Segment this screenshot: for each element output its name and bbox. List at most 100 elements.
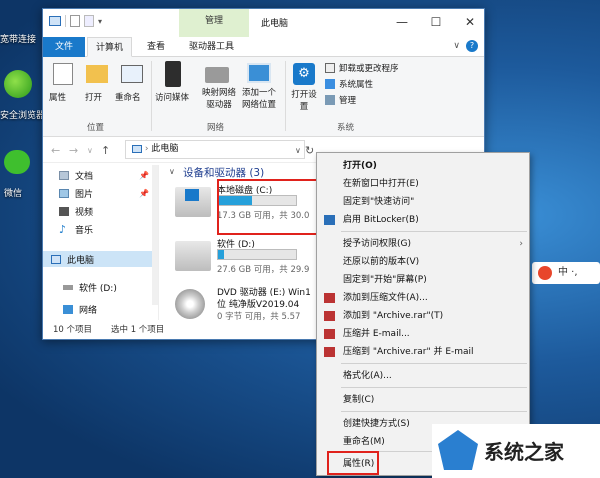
properties-check-icon — [53, 63, 73, 85]
uninstall-programs-button[interactable]: 卸载或更改程序 — [339, 62, 399, 74]
browser-icon[interactable] — [4, 70, 32, 98]
item-count: 10 个项目 — [53, 325, 93, 335]
menu-separator — [341, 231, 527, 232]
ime-bar[interactable]: 中 ·, — [532, 262, 600, 284]
menu-item-compress-rar-email[interactable]: 压缩到 "Archive.rar" 并 E-mail — [317, 343, 529, 361]
nav-item-network[interactable]: 网络 — [63, 303, 97, 316]
music-icon: ♪ — [59, 223, 67, 236]
menu-item-copy[interactable]: 复制(C) — [317, 391, 529, 409]
drive-usage-bar — [217, 249, 297, 260]
access-media-button[interactable]: 访问媒体 — [155, 91, 189, 103]
rename-button[interactable]: 重命名 — [115, 91, 141, 103]
uninstall-icon — [325, 63, 335, 73]
nav-item-videos[interactable]: 视频 — [59, 205, 93, 218]
wechat-icon[interactable] — [4, 150, 30, 174]
menu-item-label: 格式化(A)... — [343, 371, 392, 381]
back-arrow-icon[interactable]: ← — [51, 144, 60, 157]
manage-context-tab[interactable]: 管理 — [179, 9, 249, 37]
menu-item-add-to-archive[interactable]: 添加到压缩文件(A)... — [317, 289, 529, 307]
dvd-icon — [175, 289, 205, 319]
group-label-location: 位置 — [87, 123, 105, 133]
title-bar: ▾ 管理 此电脑 — ☐ ✕ — [43, 9, 484, 37]
breadcrumb-chevron-icon: › — [144, 144, 149, 154]
refresh-icon[interactable]: ↻ — [305, 144, 314, 157]
windows-logo-icon — [185, 189, 199, 201]
ribbon-separator — [151, 61, 152, 131]
menu-item-compress-email[interactable]: 压缩并 E-mail... — [317, 325, 529, 343]
nav-item-documents[interactable]: 文档 — [59, 169, 93, 182]
tab-computer[interactable]: 计算机 — [87, 37, 133, 57]
nav-label: 软件 (D:) — [79, 284, 117, 294]
menu-item-open-new-window[interactable]: 在新窗口中打开(E) — [317, 175, 529, 193]
menu-item-restore-previous[interactable]: 还原以前的版本(V) — [317, 253, 529, 271]
menu-item-label: 固定到"开始"屏幕(P) — [343, 275, 427, 285]
close-button[interactable]: ✕ — [453, 9, 487, 37]
menu-item-label: 还原以前的版本(V) — [343, 257, 420, 267]
desktop-icon-wechat-label[interactable]: 微信 — [4, 186, 22, 199]
open-settings-button[interactable]: 打开设置 — [291, 89, 317, 113]
menu-item-pin-quick-access[interactable]: 固定到"快速访问" — [317, 193, 529, 211]
new-folder-icon[interactable] — [84, 15, 94, 27]
winrar-icon — [324, 329, 335, 339]
nav-item-drive-d[interactable]: 软件 (D:) — [63, 281, 117, 294]
computer-icon[interactable] — [49, 16, 61, 26]
properties-button[interactable]: 属性 — [49, 91, 66, 103]
pin-icon[interactable]: 📌 — [139, 171, 149, 180]
menu-item-label: 压缩并 E-mail... — [343, 329, 410, 339]
menu-item-format[interactable]: 格式化(A)... — [317, 367, 529, 385]
tab-view[interactable]: 查看 — [139, 37, 173, 57]
menu-item-bitlocker[interactable]: 启用 BitLocker(B) — [317, 211, 529, 229]
help-icon[interactable]: ? — [466, 40, 478, 52]
tab-file[interactable]: 文件 — [43, 37, 85, 57]
submenu-arrow-icon: › — [519, 239, 523, 249]
breadcrumb[interactable]: 此电脑 — [151, 144, 178, 154]
up-arrow-icon[interactable]: ↑ — [101, 144, 110, 157]
settings-gear-icon: ⚙ — [293, 63, 315, 85]
computer-icon — [132, 144, 142, 153]
address-dropdown-icon[interactable]: ∨ — [295, 146, 301, 155]
nav-label: 图片 — [75, 190, 94, 200]
recent-dropdown-icon[interactable]: ∨ — [87, 146, 93, 155]
menu-item-give-access[interactable]: 授予访问权限(G) › — [317, 235, 529, 253]
desktop-icon-browser-label[interactable]: 安全浏览器 — [0, 108, 45, 121]
tab-drive-tools[interactable]: 驱动器工具 — [181, 37, 242, 57]
address-box[interactable]: › 此电脑 — [125, 140, 305, 159]
menu-separator — [341, 387, 527, 388]
window-title: 此电脑 — [261, 19, 289, 29]
map-network-drive-button[interactable]: 映射网络驱动器 — [201, 87, 237, 111]
system-properties-button[interactable]: 系统属性 — [339, 78, 373, 90]
menu-item-label: 添加到压缩文件(A)... — [343, 293, 428, 303]
menu-item-pin-start[interactable]: 固定到"开始"屏幕(P) — [317, 271, 529, 289]
menu-separator — [341, 411, 527, 412]
nav-item-this-pc[interactable]: 此电脑 — [51, 253, 94, 266]
manage-button[interactable]: 管理 — [339, 94, 356, 106]
collapse-ribbon-icon[interactable]: ∨ — [453, 41, 460, 51]
documents-icon — [59, 171, 69, 180]
sogou-icon — [538, 266, 552, 280]
qat-dropdown-icon[interactable]: ▾ — [98, 17, 102, 26]
collapse-group-icon[interactable]: ∨ — [169, 167, 175, 176]
group-header-devices[interactable]: 设备和驱动器 (3) — [183, 165, 264, 180]
desktop-icon-broadband-label[interactable]: 宽带连接 — [0, 32, 36, 45]
menu-item-open[interactable]: 打开(O) — [317, 157, 529, 175]
properties-icon[interactable] — [70, 15, 80, 27]
winrar-icon — [324, 311, 335, 321]
navigation-pane: 文档 图片 视频 ♪ 音乐 此电脑 软件 (D:) 网络 📌 📌 — [43, 165, 159, 320]
ribbon-tabs: 文件 计算机 查看 驱动器工具 ∨ ? — [43, 37, 484, 57]
open-button[interactable]: 打开 — [85, 91, 102, 103]
nav-item-music[interactable]: ♪ 音乐 — [59, 223, 93, 236]
menu-item-label: 添加到 "Archive.rar"(T) — [343, 311, 444, 321]
open-folder-icon — [86, 65, 108, 83]
pin-icon[interactable]: 📌 — [139, 189, 149, 198]
winrar-icon — [324, 293, 335, 303]
minimize-button[interactable]: — — [385, 9, 419, 37]
highlight-box — [327, 451, 379, 475]
nav-scrollbar[interactable] — [152, 165, 158, 305]
forward-arrow-icon[interactable]: → — [69, 144, 78, 157]
house-logo-icon — [438, 430, 478, 470]
maximize-button[interactable]: ☐ — [419, 9, 453, 37]
selected-count: 选中 1 个项目 — [111, 325, 165, 335]
add-network-location-button[interactable]: 添加一个网络位置 — [239, 87, 279, 111]
menu-item-add-to-archive-rar[interactable]: 添加到 "Archive.rar"(T) — [317, 307, 529, 325]
nav-item-pictures[interactable]: 图片 — [59, 187, 93, 200]
